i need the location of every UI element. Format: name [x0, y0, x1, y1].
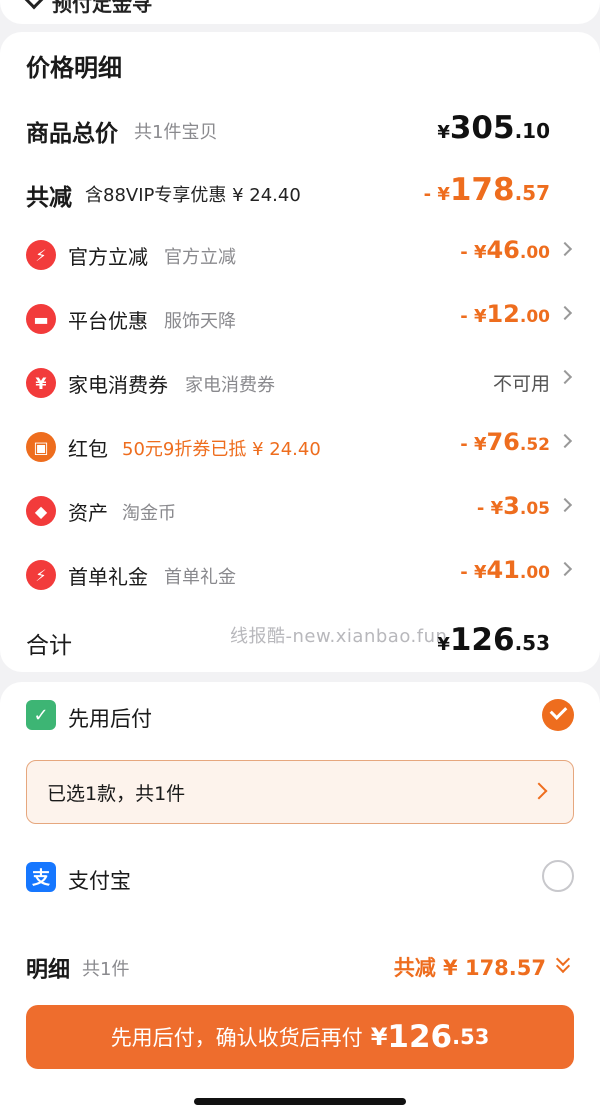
ticket-icon: ▬	[26, 304, 56, 334]
discount-item-label: 平台优惠	[68, 309, 148, 333]
discount-item-row[interactable]: ▣ 红包 50元9折券已抵 ¥ 24.40 - ¥76.52	[0, 428, 600, 468]
discount-item-label: 首单礼金	[68, 565, 148, 589]
discount-item-sub: 50元9折券已抵 ¥ 24.40	[122, 439, 321, 460]
discount-total-row[interactable]: 共减 含88VIP专享优惠 ¥ 24.40 - ¥178.57	[0, 172, 600, 212]
discount-item-row[interactable]: ◆ 资产 淘金币 - ¥3.05	[0, 492, 600, 532]
goods-total-amount: ¥305.10	[437, 110, 550, 146]
total-label: 合计	[26, 633, 72, 659]
discount-item-label: 官方立减	[68, 245, 148, 269]
goods-count: 共1件宝贝	[134, 122, 218, 143]
chevron-right-icon	[557, 369, 573, 385]
chevron-right-icon	[557, 305, 573, 321]
discount-item-sub: 家电消费券	[185, 375, 275, 396]
discount-item-row[interactable]: ¥ 家电消费券 家电消费券 不可用	[0, 364, 600, 404]
detail-label[interactable]: 明细	[26, 952, 70, 984]
discount-item-row[interactable]: ⚡ 官方立减 官方立减 - ¥46.00	[0, 236, 600, 276]
discount-item-amount: - ¥3.05	[476, 492, 550, 520]
chevron-right-icon	[557, 561, 573, 577]
credit-pay-label: 先用后付	[68, 707, 152, 731]
lightning-icon: ⚡	[26, 560, 56, 590]
alipay-label: 支付宝	[68, 869, 131, 893]
discount-item-sub: 首单礼金	[164, 567, 236, 588]
total-row: 合计 ¥126.53	[0, 622, 600, 662]
footer-discount[interactable]: 共减 ¥ 178.57	[394, 952, 546, 982]
discount-item-amount: - ¥76.52	[460, 428, 550, 456]
chevron-right-icon	[530, 782, 548, 800]
tag-icon: ◆	[26, 496, 56, 526]
selected-items-text: 已选1款，共1件	[47, 783, 186, 805]
discount-item-amount: - ¥46.00	[460, 236, 550, 264]
goods-total-row: 商品总价 共1件宝贝 ¥305.10	[0, 110, 600, 150]
discount-item-amount: - ¥12.00	[460, 300, 550, 328]
detail-count: 共1件	[82, 959, 130, 980]
goods-total-label: 商品总价	[26, 121, 118, 147]
discount-total-label: 共减	[26, 185, 72, 211]
bag-icon: ✓	[26, 700, 56, 730]
chevron-right-icon	[557, 433, 573, 449]
home-indicator	[194, 1098, 406, 1105]
discount-item-sub: 官方立减	[164, 247, 236, 268]
alipay-icon: 支	[26, 862, 56, 892]
discount-item-row[interactable]: ▬ 平台优惠 服饰天降 - ¥12.00	[0, 300, 600, 340]
discount-item-sub: 淘金币	[122, 503, 176, 524]
credit-pay-radio-checked[interactable]	[542, 699, 574, 731]
unavailable-status: 不可用	[492, 373, 550, 395]
discount-item-label: 资产	[68, 501, 108, 525]
checkout-bar: 明细 共1件 共减 ¥ 178.57 先用后付，确认收货后再付 ¥ 126 .5…	[0, 922, 600, 1117]
lightning-icon: ⚡	[26, 240, 56, 270]
chevron-right-icon	[557, 497, 573, 513]
discount-item-sub: 服饰天降	[164, 311, 236, 332]
selected-items-box[interactable]: 已选1款，共1件	[26, 760, 574, 824]
chevron-right-icon	[557, 241, 573, 257]
previous-section-text: 预付定金寻	[52, 0, 152, 16]
alipay-radio[interactable]	[542, 860, 574, 892]
coupon-icon: ¥	[26, 368, 56, 398]
red-packet-icon: ▣	[26, 432, 56, 462]
discount-total-amount: - ¥178.57	[423, 172, 550, 208]
pin-icon	[22, 0, 46, 10]
previous-section-clip: 预付定金寻	[0, 0, 600, 24]
section-title: 价格明细	[26, 54, 122, 82]
double-chevron-down-icon[interactable]	[555, 951, 571, 974]
vip-discount-note: 含88VIP专享优惠 ¥ 24.40	[85, 185, 301, 206]
discount-item-label: 家电消费券	[68, 373, 168, 397]
price-detail-card: 价格明细 商品总价 共1件宝贝 ¥305.10 共减 含88VIP专享优惠 ¥ …	[0, 32, 600, 672]
discount-item-label: 红包	[68, 437, 108, 461]
confirm-pay-button[interactable]: 先用后付，确认收货后再付 ¥ 126 .53	[26, 1005, 574, 1069]
discount-item-amount: - ¥41.00	[460, 556, 550, 584]
total-amount: ¥126.53	[437, 622, 550, 658]
discount-item-row[interactable]: ⚡ 首单礼金 首单礼金 - ¥41.00	[0, 556, 600, 596]
